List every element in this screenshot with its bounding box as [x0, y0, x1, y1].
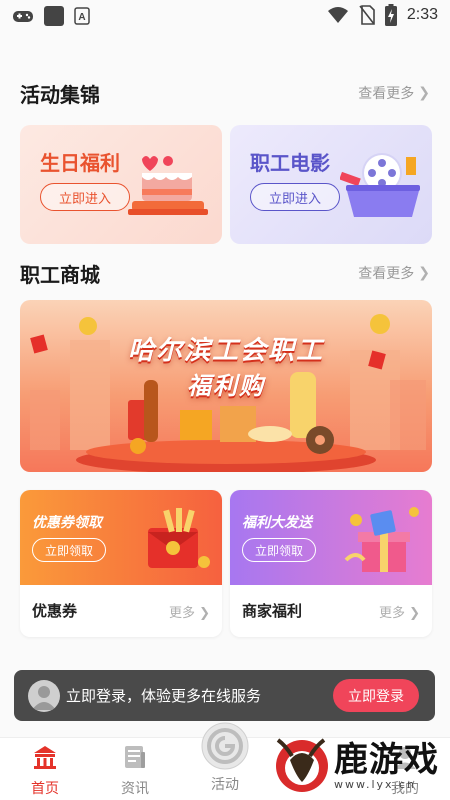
birthday-cake-icon — [128, 156, 208, 215]
avatar — [28, 680, 60, 712]
more-label: 查看更多 — [358, 86, 415, 102]
merchant-welfare-card[interactable]: 福利大发送 立即领取 商家福利 更多 ❯ — [230, 490, 432, 637]
login-button[interactable]: 立即登录 — [333, 679, 419, 712]
mall-header: 职工商城 查看更多 ❯ — [20, 258, 430, 288]
activities-more-link[interactable]: 查看更多 ❯ — [358, 83, 430, 103]
movie-card[interactable]: 职工电影 立即进入 — [230, 125, 432, 244]
movie-card-title: 职工电影 — [250, 151, 330, 175]
chevron-right-icon: ❯ — [409, 606, 420, 621]
tab-activity[interactable]: 活动 — [195, 722, 255, 794]
no-sim-icon — [359, 5, 375, 25]
tab-news[interactable]: 资讯 — [105, 744, 165, 798]
mall-title: 职工商城 — [20, 262, 100, 287]
coupon-card-title: 优惠券领取 — [32, 515, 102, 531]
movie-enter-button[interactable]: 立即进入 — [250, 183, 341, 211]
merchant-more-link[interactable]: 更多 ❯ — [379, 602, 420, 621]
font-icon: A — [74, 7, 90, 25]
merchant-card-banner: 福利大发送 立即领取 — [230, 490, 432, 585]
news-icon — [125, 746, 145, 768]
activities-title: 活动集锦 — [20, 82, 100, 107]
app-notification-icon — [44, 6, 64, 26]
login-prompt-bar: 立即登录，体验更多在线服务 立即登录 — [14, 670, 435, 721]
home-page: 活动集锦 查看更多 ❯ 生日福利 立即进入 职工电影 立即进入 职工商城 查看更… — [0, 32, 450, 737]
gamepad-icon — [13, 11, 33, 22]
status-icons-left: A — [12, 6, 90, 26]
gift-box-icon — [344, 507, 419, 572]
wifi-icon — [327, 7, 348, 23]
coupon-label: 优惠券 — [32, 602, 78, 620]
merchant-label: 商家福利 — [242, 602, 303, 620]
chevron-right-icon: ❯ — [418, 85, 430, 101]
red-envelope-icon — [148, 508, 210, 568]
banner-title-line2: 福利购 — [187, 372, 265, 400]
status-bar: A 2:33 — [0, 0, 450, 32]
watermark-url: www.lyx.cn — [334, 778, 417, 791]
birthday-card-title: 生日福利 — [40, 151, 120, 175]
birthday-enter-button[interactable]: 立即进入 — [40, 183, 131, 211]
svg-text:A: A — [78, 12, 85, 23]
tab-news-label: 资讯 — [121, 781, 149, 797]
login-prompt-text: 立即登录，体验更多在线服务 — [66, 687, 262, 705]
more-label: 更多 — [168, 606, 195, 621]
status-icons-right: 2:33 — [327, 4, 438, 26]
coupon-more-link[interactable]: 更多 ❯ — [169, 602, 210, 621]
watermark: 鹿游戏 www.lyx.cn — [270, 730, 450, 800]
battery-charging-icon — [384, 4, 397, 26]
tab-activity-label: 活动 — [211, 777, 239, 793]
activity-icon — [201, 722, 249, 770]
home-icon — [34, 746, 56, 769]
coupon-card-banner: 优惠券领取 立即领取 — [20, 490, 222, 585]
chevron-right-icon: ❯ — [418, 265, 430, 281]
clock: 2:33 — [406, 6, 438, 23]
mall-more-link[interactable]: 查看更多 ❯ — [358, 263, 430, 283]
chevron-right-icon: ❯ — [199, 606, 210, 621]
watermark-text: 鹿游戏 — [334, 740, 439, 780]
activities-header: 活动集锦 查看更多 ❯ — [20, 78, 430, 108]
tab-home-label: 首页 — [31, 781, 59, 797]
merchant-claim-button[interactable]: 立即领取 — [242, 538, 317, 562]
coupon-claim-button[interactable]: 立即领取 — [32, 538, 107, 562]
film-reel-icon — [340, 153, 420, 217]
more-label: 查看更多 — [358, 266, 415, 282]
birthday-card[interactable]: 生日福利 立即进入 — [20, 125, 222, 244]
deer-logo-icon — [276, 738, 328, 792]
coupon-card[interactable]: 优惠券领取 立即领取 优惠券 更多 ❯ — [20, 490, 222, 637]
more-label: 更多 — [378, 606, 405, 621]
banner-title-line1: 哈尔滨工会职工 — [127, 336, 324, 366]
user-icon — [32, 686, 56, 710]
merchant-card-title: 福利大发送 — [242, 515, 312, 531]
mall-banner[interactable]: 哈尔滨工会职工 福利购 — [20, 300, 432, 472]
tab-home[interactable]: 首页 — [15, 744, 75, 798]
